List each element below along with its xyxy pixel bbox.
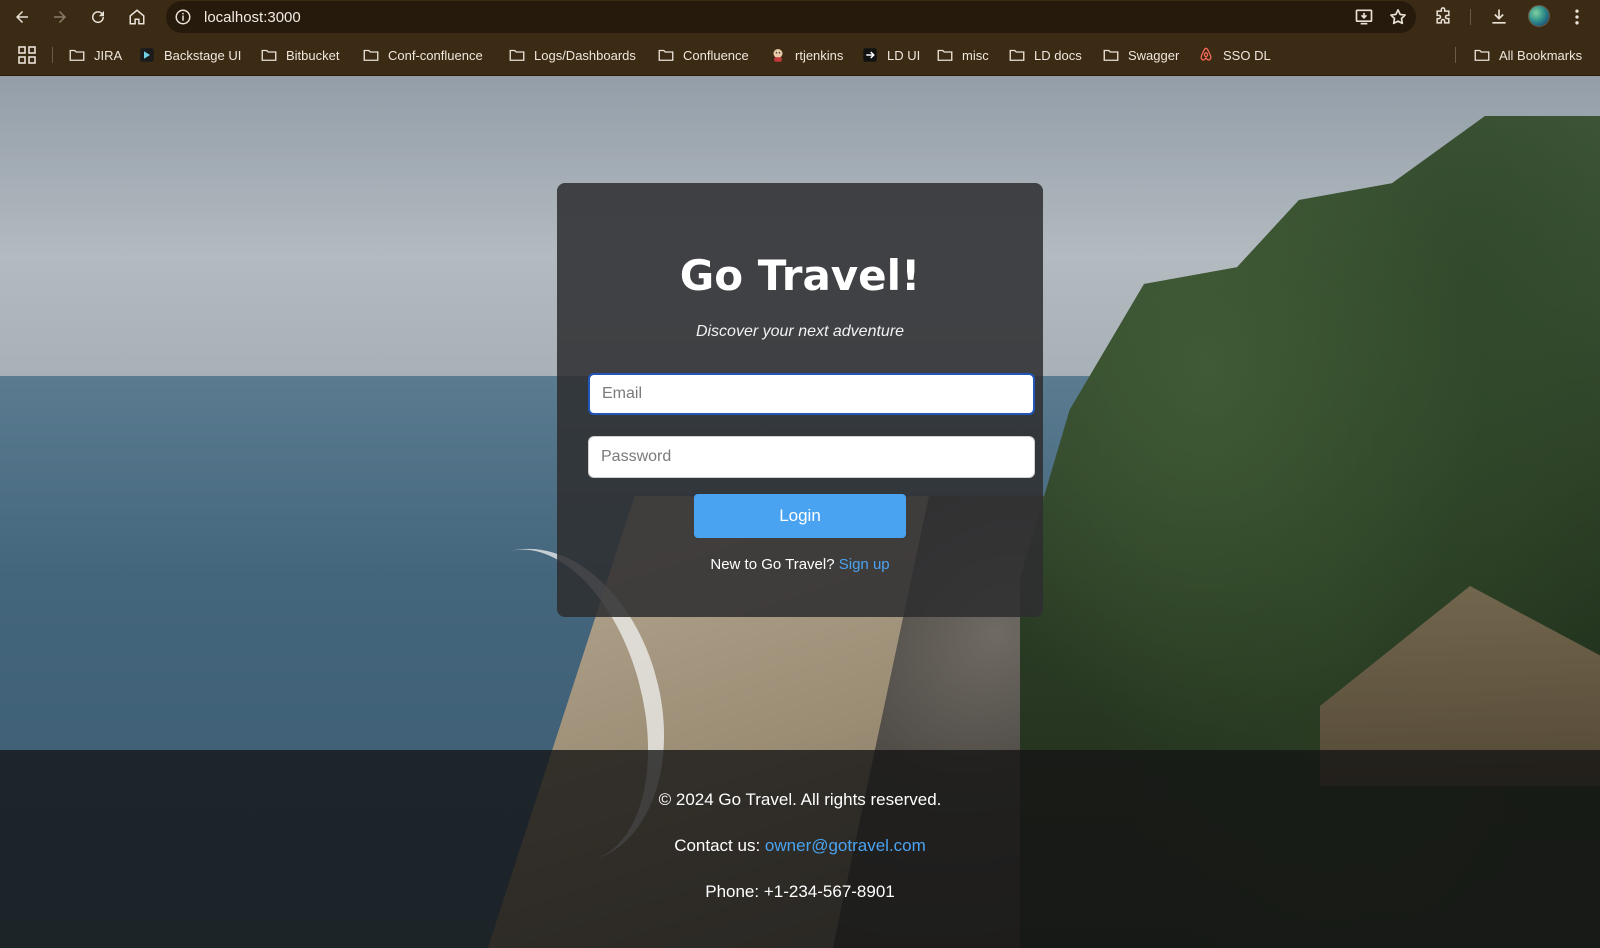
address-bar[interactable]: localhost:3000 [166,1,1416,33]
download-icon [1492,9,1506,24]
page-title: Go Travel! [679,251,921,300]
bookmarks-bar: JIRA Backstage UI Bitbucket Conf-conflue… [0,34,1600,76]
apps-grid-icon[interactable] [18,46,36,64]
signup-prompt-text: New to Go Travel? [710,556,835,573]
browser-menu-button[interactable] [1565,5,1589,29]
arrow-right-icon [54,11,66,23]
bookmark-swagger[interactable]: Swagger [1102,44,1179,66]
reload-icon [92,11,105,24]
folder-icon [1103,49,1119,61]
bookmark-label: rtjenkins [795,47,844,63]
bookmark-label: SSO DL [1223,47,1271,63]
toolbar-divider [1470,9,1471,25]
email-field[interactable] [588,373,1035,415]
folder-icon [509,49,525,61]
folder-icon [937,49,953,61]
bookmark-misc[interactable]: misc [936,44,989,66]
footer-contact-label: Contact us: [674,836,761,855]
login-button[interactable]: Login [694,494,906,538]
bookmark-ld-ui[interactable]: LD UI [861,44,920,66]
footer-contact-email[interactable]: owner@gotravel.com [765,836,926,855]
signup-link[interactable]: Sign up [839,556,890,573]
bookmark-label: LD UI [887,47,921,63]
footer-contact: Contact us: owner@gotravel.com [0,836,1600,856]
extensions-button[interactable] [1431,5,1455,29]
bookmark-label: JIRA [94,47,123,63]
bookmark-label: Conf-confluence [388,47,483,63]
folder-icon [1009,49,1025,61]
bookmark-star-icon[interactable] [1388,7,1408,27]
kebab-menu-icon [1575,9,1579,25]
launchdarkly-icon [863,48,877,62]
page-viewport: Go Travel! Discover your next adventure … [0,76,1600,948]
arrow-left-icon [16,11,28,23]
footer-copyright: © 2024 Go Travel. All rights reserved. [658,790,942,809]
folder-icon [363,49,379,61]
info-icon[interactable] [174,8,192,26]
url-text[interactable]: localhost:3000 [204,9,301,26]
bookmarks-divider [52,47,53,63]
bookmark-label: Logs/Dashboards [534,47,636,63]
bookmark-logs-dashboards[interactable]: Logs/Dashboards [508,44,636,66]
folder-icon [261,49,277,61]
bookmark-jira[interactable]: JIRA [68,44,122,66]
airbnb-icon [1200,47,1212,61]
bookmark-ld-docs[interactable]: LD docs [1008,44,1082,66]
install-app-icon[interactable] [1354,7,1374,27]
bookmark-confluence[interactable]: Confluence [657,44,749,66]
back-button[interactable] [10,5,34,29]
profile-avatar[interactable] [1528,5,1550,27]
bookmark-label: Backstage UI [164,47,242,63]
home-icon [129,9,145,25]
bookmark-backstage-ui[interactable]: Backstage UI [138,44,241,66]
folder-icon [658,49,674,61]
bookmarks-divider [1455,47,1456,63]
bookmark-rtjenkins[interactable]: rtjenkins [769,44,843,66]
bookmark-label: Confluence [683,47,749,63]
folder-icon [69,49,85,61]
password-field[interactable] [588,436,1035,478]
all-bookmarks-label: All Bookmarks [1499,47,1583,63]
page-subtitle: Discover your next adventure [695,323,905,340]
bookmark-conf-confluence[interactable]: Conf-confluence [362,44,483,66]
forward-button[interactable] [48,5,72,29]
bookmark-label: LD docs [1034,47,1082,63]
signup-prompt: New to Go Travel? Sign up [557,556,1043,573]
reload-button[interactable] [86,5,110,29]
backstage-icon [140,48,154,62]
bookmark-bitbucket[interactable]: Bitbucket [260,44,339,66]
footer: © 2024 Go Travel. All rights reserved. C… [0,750,1600,948]
bookmark-label: misc [962,47,989,63]
browser-toolbar: localhost:3000 [0,0,1600,34]
footer-phone: Phone: +1-234-567-8901 [705,882,895,901]
home-button[interactable] [125,5,149,29]
bookmark-label: Bitbucket [286,47,340,63]
folder-icon [1474,49,1490,61]
login-card: Go Travel! Discover your next adventure … [557,183,1043,617]
jenkins-icon [773,49,783,62]
all-bookmarks-button[interactable]: All Bookmarks [1473,44,1582,66]
bookmark-sso-dl[interactable]: SSO DL [1197,44,1271,66]
bookmark-label: Swagger [1128,47,1180,63]
puzzle-icon [1436,7,1450,24]
downloads-button[interactable] [1487,5,1511,29]
